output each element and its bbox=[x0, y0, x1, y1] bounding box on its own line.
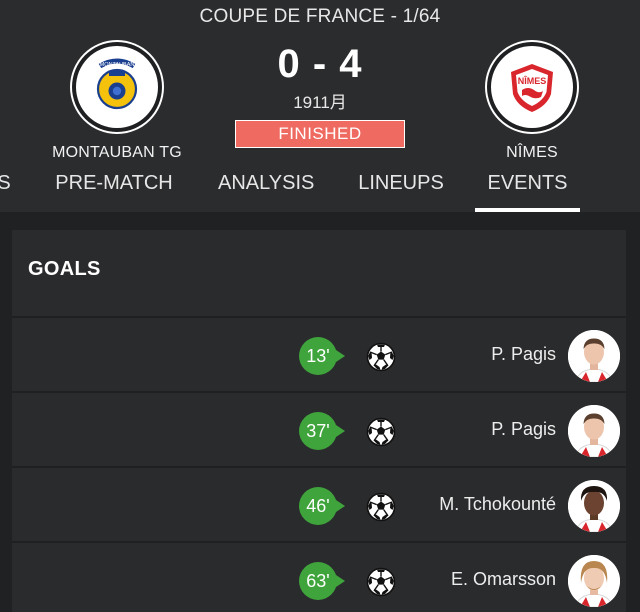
away-team-name: NÎMES bbox=[506, 144, 558, 161]
goal-scorer-name: E. Omarsson bbox=[450, 569, 556, 589]
goal-minute: 63' bbox=[299, 562, 345, 600]
tab-events[interactable]: EVENTS bbox=[475, 164, 580, 212]
goal-minute: 13' bbox=[299, 337, 345, 375]
soccer-ball-icon bbox=[366, 417, 396, 447]
away-team[interactable]: NÎMES NÎMES bbox=[447, 42, 617, 162]
montauban-crest-text: MONTAUBAN bbox=[100, 62, 135, 68]
player-avatar[interactable] bbox=[568, 555, 620, 607]
match-tabs: S PRE-MATCH ANALYSIS LINEUPS EVENTS bbox=[0, 164, 640, 212]
goal-event-row[interactable]: 63' E. Omarsson bbox=[12, 543, 626, 612]
soccer-ball-icon bbox=[366, 342, 396, 372]
match-score: 0 - 4 bbox=[277, 42, 363, 86]
tab-stats-partial[interactable]: S bbox=[0, 164, 12, 212]
goal-event-row[interactable]: 13' P. Pagis bbox=[12, 318, 626, 393]
home-team[interactable]: MONTAUBAN MONTAUBAN TG bbox=[32, 42, 202, 162]
status-badge: FINISHED bbox=[235, 120, 405, 148]
goal-scorer-name: M. Tchokounté bbox=[439, 494, 556, 514]
events-content: GOALS 13' P. Pagis 37' P. Pagis 46' M. T… bbox=[0, 212, 640, 612]
soccer-ball-icon bbox=[366, 492, 396, 522]
soccer-ball-icon bbox=[366, 567, 396, 597]
goal-scorer-name: P. Pagis bbox=[491, 419, 556, 439]
goal-minute: 37' bbox=[299, 412, 345, 450]
goal-minute: 46' bbox=[299, 487, 345, 525]
goals-card: GOALS 13' P. Pagis 37' P. Pagis 46' M. T… bbox=[12, 230, 626, 612]
tab-lineups[interactable]: LINEUPS bbox=[358, 164, 444, 212]
match-date: 1911月 bbox=[293, 93, 347, 112]
nimes-crest-icon: NÎMES bbox=[487, 42, 577, 132]
nimes-crest-text: NÎMES bbox=[518, 75, 547, 86]
player-avatar[interactable] bbox=[568, 480, 620, 532]
goal-scorer-name: P. Pagis bbox=[491, 344, 556, 364]
montauban-crest-icon: MONTAUBAN bbox=[72, 42, 162, 132]
player-avatar[interactable] bbox=[568, 405, 620, 457]
goals-section-title: GOALS bbox=[12, 230, 626, 318]
match-header: COUPE DE FRANCE - 1/64 MONTAUBAN MONTAUB… bbox=[0, 0, 640, 212]
home-team-name: MONTAUBAN TG bbox=[52, 144, 182, 161]
competition-title: COUPE DE FRANCE - 1/64 bbox=[199, 6, 441, 27]
tab-analysis[interactable]: ANALYSIS bbox=[218, 164, 314, 212]
goal-event-row[interactable]: 37' P. Pagis bbox=[12, 393, 626, 468]
player-avatar[interactable] bbox=[568, 330, 620, 382]
tab-pre-match[interactable]: PRE-MATCH bbox=[55, 164, 173, 212]
goal-event-row[interactable]: 46' M. Tchokounté bbox=[12, 468, 626, 543]
